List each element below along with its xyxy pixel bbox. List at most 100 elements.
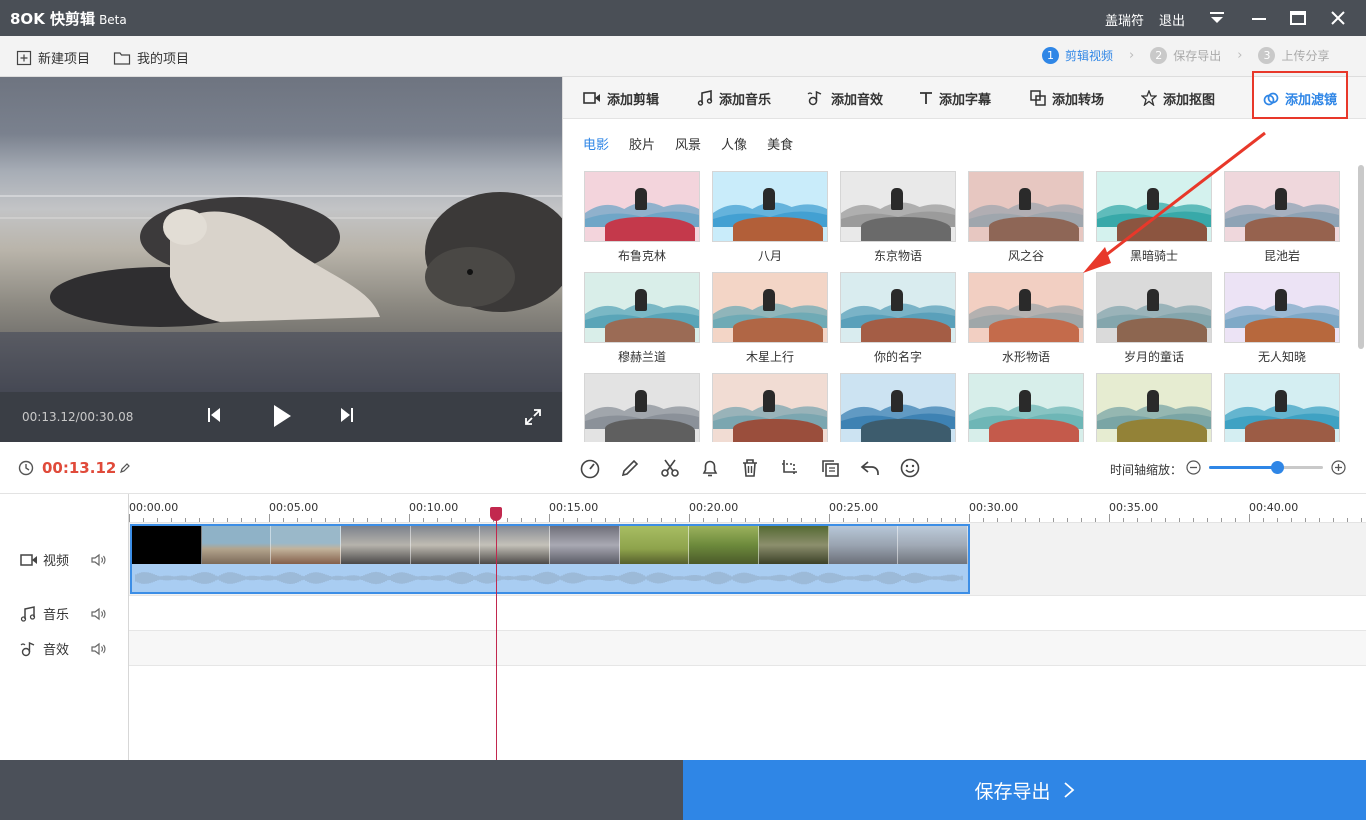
scrollbar[interactable] [1358, 165, 1364, 349]
ruler-tick [451, 518, 452, 522]
edit-toolbar: 00:13.12 时间轴缩放： [0, 442, 1366, 494]
fullscreen-icon[interactable] [524, 408, 542, 430]
filter-card[interactable]: 布鲁克林 [584, 171, 700, 264]
ruler-tick [297, 518, 298, 522]
app-logo: 8OK 快剪辑 Beta [10, 8, 127, 29]
chevron-right-icon: › [1237, 48, 1243, 63]
crop-rotate-icon[interactable] [779, 457, 801, 479]
tab-add-sound-effect[interactable]: 添加音效 [807, 77, 883, 119]
tab-label: 添加抠图 [1163, 92, 1216, 108]
tab-add-transition[interactable]: 添加转场 [1030, 77, 1104, 119]
filter-card[interactable] [840, 373, 956, 449]
ruler-tick [731, 518, 732, 522]
filter-card[interactable] [712, 373, 828, 449]
filter-category-movie[interactable]: 电影 [583, 134, 609, 153]
filter-card[interactable] [584, 373, 700, 449]
user-name[interactable]: 盖瑞符 [1105, 10, 1144, 29]
playhead-handle[interactable] [490, 507, 502, 521]
video-clip[interactable] [130, 524, 970, 594]
edit-time-icon[interactable] [119, 462, 131, 478]
step-edit-video[interactable]: 1 剪辑视频 [1042, 47, 1113, 64]
step-upload-share[interactable]: 3 上传分享 [1258, 47, 1329, 64]
music-track[interactable] [129, 596, 1366, 631]
timeline-ruler[interactable]: 00:00.00 00:05.00 00:10.00 00:15.00 00:20.00… [129, 494, 1366, 523]
copy-icon[interactable] [819, 457, 841, 479]
speed-icon[interactable] [579, 457, 601, 479]
ruler-tick [143, 518, 144, 522]
filter-card[interactable]: 无人知晓 [1224, 272, 1340, 365]
ruler-tick [1347, 518, 1348, 522]
filter-card[interactable]: 风之谷 [968, 171, 1084, 264]
scissors-icon[interactable] [659, 457, 681, 479]
filter-thumbnail [840, 373, 956, 444]
sound-effect-track[interactable] [129, 631, 1366, 666]
close-icon[interactable] [1328, 8, 1348, 28]
video-camera-icon [20, 553, 37, 566]
zoom-slider[interactable] [1209, 461, 1323, 474]
pen-icon[interactable] [619, 457, 641, 479]
step-label: 保存导出 [1173, 49, 1222, 63]
undo-icon[interactable] [859, 457, 881, 479]
menu-dropdown-icon[interactable] [1207, 8, 1227, 28]
smile-icon[interactable] [899, 457, 921, 479]
ruler-tick [1025, 518, 1026, 522]
filter-name: 风之谷 [1007, 249, 1044, 263]
ruler-tick [535, 518, 536, 522]
ruler-tick [409, 514, 410, 522]
title-bar: 8OK 快剪辑 Beta 盖瑞符 退出 [0, 0, 1366, 36]
zoom-slider-handle[interactable] [1271, 461, 1285, 474]
zoom-out-icon[interactable] [1186, 460, 1201, 479]
play-icon[interactable] [272, 404, 292, 432]
next-frame-icon[interactable] [339, 406, 355, 428]
filter-card[interactable]: 木星上行 [712, 272, 828, 365]
filter-category-scenery[interactable]: 风景 [675, 134, 701, 153]
minimize-icon[interactable] [1249, 8, 1269, 28]
trash-icon[interactable] [739, 457, 761, 479]
ruler-tick [885, 518, 886, 522]
tab-add-music[interactable]: 添加音乐 [697, 77, 771, 119]
ruler-tick [633, 518, 634, 522]
maximize-icon[interactable] [1288, 8, 1308, 28]
track-label-sound-effect: 音效 [0, 631, 129, 666]
playback-time: 00:13.12/00:30.08 [22, 410, 134, 424]
step-number: 2 [1150, 47, 1168, 64]
ruler-tick [1277, 518, 1278, 522]
previous-frame-icon[interactable] [206, 406, 222, 428]
volume-icon[interactable] [91, 607, 107, 621]
volume-icon[interactable] [91, 642, 107, 656]
filter-category-film[interactable]: 胶片 [629, 134, 655, 153]
video-track[interactable] [129, 523, 1366, 596]
ruler-tick [381, 518, 382, 522]
save-export-button[interactable]: 保存导出 [683, 760, 1366, 820]
bell-icon[interactable] [699, 457, 721, 479]
filter-category-portrait[interactable]: 人像 [721, 134, 747, 153]
zoom-in-icon[interactable] [1331, 460, 1346, 479]
tab-add-clip[interactable]: 添加剪辑 [583, 77, 659, 119]
filter-card[interactable]: 水形物语 [968, 272, 1084, 365]
filter-category-food[interactable]: 美食 [767, 134, 793, 153]
video-preview[interactable] [0, 77, 562, 392]
tab-add-subtitle[interactable]: 添加字幕 [919, 77, 991, 119]
ruler-tick-label: 00:00.00 [129, 501, 179, 514]
new-project-button[interactable]: 新建项目 [16, 48, 90, 67]
filter-card[interactable] [1224, 373, 1340, 449]
filter-card[interactable]: 你的名字 [840, 272, 956, 365]
chevron-right-icon: › [1129, 48, 1135, 63]
filter-card[interactable]: 东京物语 [840, 171, 956, 264]
filter-card[interactable]: 穆赫兰道 [584, 272, 700, 365]
filter-card[interactable]: 岁月的童话 [1096, 272, 1212, 365]
ruler-tick [787, 518, 788, 522]
filter-thumbnail [584, 373, 700, 444]
ruler-tick-label: 00:30.00 [969, 501, 1019, 514]
my-projects-button[interactable]: 我的项目 [113, 48, 189, 67]
logout-link[interactable]: 退出 [1159, 10, 1185, 29]
ruler-tick-label: 00:05.00 [269, 501, 319, 514]
filter-card[interactable]: 八月 [712, 171, 828, 264]
filter-name: 东京物语 [873, 249, 922, 263]
tab-add-cutout[interactable]: 添加抠图 [1141, 77, 1215, 119]
filter-card[interactable] [968, 373, 1084, 449]
filter-card[interactable] [1096, 373, 1212, 449]
volume-icon[interactable] [91, 553, 107, 567]
step-save-export[interactable]: 2 保存导出 [1150, 47, 1221, 64]
highlight-box [1252, 71, 1348, 119]
